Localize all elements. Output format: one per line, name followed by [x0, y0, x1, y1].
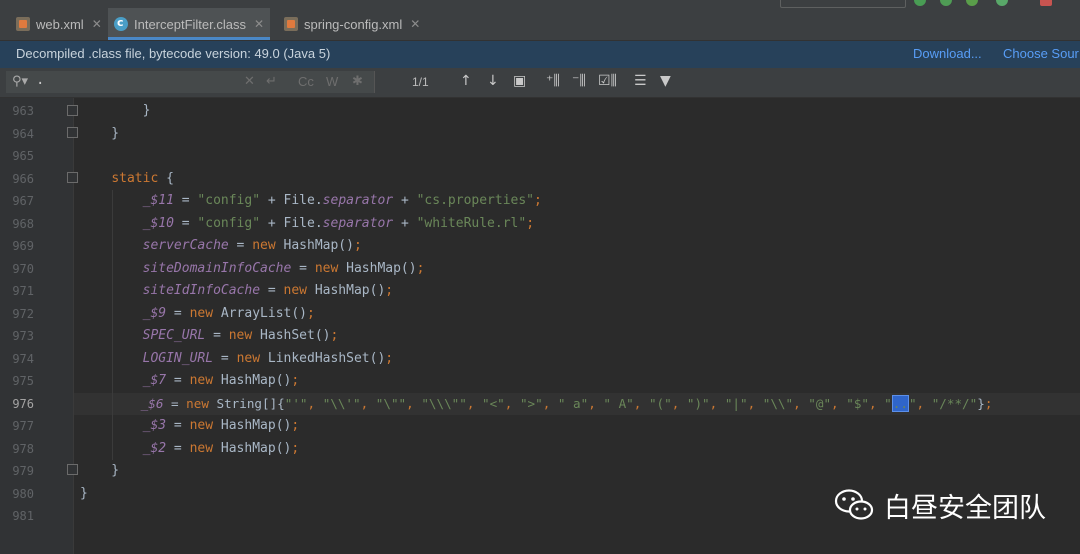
- download-sources-link[interactable]: Download...: [913, 46, 982, 61]
- line-number: 963: [12, 104, 34, 118]
- coverage-icon[interactable]: [966, 0, 978, 6]
- line-number: 980: [12, 486, 34, 501]
- regex-icon[interactable]: ✱: [352, 74, 363, 89]
- code-line: siteDomainInfoCache = new HashMap();: [142, 260, 425, 276]
- tab-spring-config-xml[interactable]: spring-config.xml ✕: [284, 8, 420, 40]
- line-number: 969: [12, 239, 34, 253]
- watermark: 白昼安全团队: [834, 484, 1074, 528]
- find-bar: ⚲▾ . ✕ ↵ Cc W ✱ 1/1 ↑ ↓ ▣ ⁺⫼ ⁻⫼ ☑⫼ ☰ ▼: [0, 68, 1080, 98]
- line-number: 981: [12, 509, 34, 523]
- code-line: _$9 = new ArrayList();: [142, 305, 315, 321]
- watermark-text: 白昼安全团队: [884, 493, 1046, 524]
- search-input[interactable]: .: [36, 72, 44, 88]
- code-line: static {: [111, 170, 174, 186]
- line-number: 964: [12, 126, 34, 141]
- wechat-icon: [834, 489, 874, 520]
- new-line-icon[interactable]: ↵: [266, 74, 277, 89]
- search-icon: ⚲▾: [12, 74, 29, 89]
- code-line: siteIdInfoCache = new HashMap();: [142, 283, 394, 298]
- line-number-current: 976: [12, 396, 34, 411]
- filter-icon[interactable]: ▼: [660, 73, 671, 89]
- line-number: 967: [12, 194, 34, 208]
- xml-file-icon: [284, 17, 298, 31]
- code-line: serverCache = new HashMap();: [142, 238, 362, 253]
- editor-gutter: 963 964 965 966 967 968 969 970 971 972 …: [0, 98, 78, 554]
- open-in-window-icon[interactable]: ☰: [634, 73, 647, 89]
- next-occurrence-icon[interactable]: ↓: [487, 73, 499, 89]
- choose-sources-link[interactable]: Choose Sour: [1003, 46, 1079, 61]
- debug-icon[interactable]: [940, 0, 952, 6]
- add-occurrence-icon[interactable]: ⁺⫼: [546, 73, 560, 89]
- code-line: }: [80, 463, 120, 478]
- line-number: 978: [12, 441, 34, 456]
- line-number: 977: [12, 419, 34, 433]
- tab-label: spring-config.xml: [304, 16, 403, 32]
- previous-occurrence-icon[interactable]: ↑: [460, 73, 472, 89]
- stop-icon[interactable]: [1040, 0, 1052, 6]
- line-number: 979: [12, 464, 34, 478]
- code-line-current: _$6 = new String[]{"'", "\\'", "\"", "\\…: [140, 394, 993, 412]
- code-line: }: [80, 485, 88, 501]
- decompiled-notification: Decompiled .class file, bytecode version…: [0, 41, 1080, 68]
- whole-words-icon[interactable]: W: [326, 74, 338, 89]
- code-line: _$3 = new HashMap();: [142, 418, 300, 433]
- filter-search-results-icon[interactable]: ▣: [513, 73, 526, 89]
- search-match-highlight: ..: [891, 394, 909, 412]
- code-line: _$2 = new HashMap();: [142, 440, 300, 456]
- class-file-icon: [114, 16, 128, 31]
- match-count: 1/1: [412, 75, 429, 89]
- search-field[interactable]: ⚲▾ . ✕ ↵ Cc W ✱: [6, 71, 375, 93]
- run-icon[interactable]: [914, 0, 926, 6]
- line-number: 971: [12, 284, 34, 298]
- line-number: 973: [12, 329, 34, 343]
- code-line: }: [80, 103, 151, 118]
- code-line: SPEC_URL = new HashSet();: [142, 328, 339, 343]
- tab-label: web.xml: [36, 16, 84, 32]
- profile-icon[interactable]: [996, 0, 1008, 6]
- code-line: }: [80, 125, 120, 141]
- main-toolbar: [0, 0, 1080, 8]
- line-number: 975: [12, 374, 34, 388]
- line-number: 966: [12, 171, 34, 186]
- xml-file-icon: [16, 17, 30, 31]
- tab-label: InterceptFilter.class: [134, 16, 246, 32]
- tab-web-xml[interactable]: web.xml ✕: [16, 8, 102, 40]
- close-icon[interactable]: ✕: [254, 17, 264, 31]
- code-line: LOGIN_URL = new LinkedHashSet();: [142, 350, 394, 366]
- clear-icon[interactable]: ✕: [244, 74, 255, 89]
- close-icon[interactable]: ✕: [92, 17, 102, 31]
- code-line: _$10 = "config" + File.separator + "whit…: [142, 215, 535, 231]
- code-line: _$7 = new HashMap();: [142, 373, 300, 388]
- select-all-occurrences-icon[interactable]: ☑⫼: [598, 73, 617, 89]
- code-line: _$11 = "config" + File.separator + "cs.p…: [142, 193, 542, 208]
- line-number: 974: [12, 351, 34, 366]
- line-number: 970: [12, 261, 34, 276]
- line-number: 972: [12, 306, 34, 321]
- remove-occurrence-icon[interactable]: ⁻⫼: [572, 73, 586, 89]
- decompiled-message: Decompiled .class file, bytecode version…: [16, 46, 331, 61]
- editor-tab-bar: web.xml ✕ InterceptFilter.class ✕ spring…: [0, 8, 1080, 41]
- close-icon[interactable]: ✕: [410, 17, 420, 31]
- tab-interceptfilter-class[interactable]: InterceptFilter.class ✕: [108, 8, 271, 40]
- line-number: 965: [12, 149, 34, 163]
- match-case-icon[interactable]: Cc: [298, 74, 314, 89]
- line-number: 968: [12, 216, 34, 231]
- run-configuration-selector[interactable]: [780, 0, 906, 8]
